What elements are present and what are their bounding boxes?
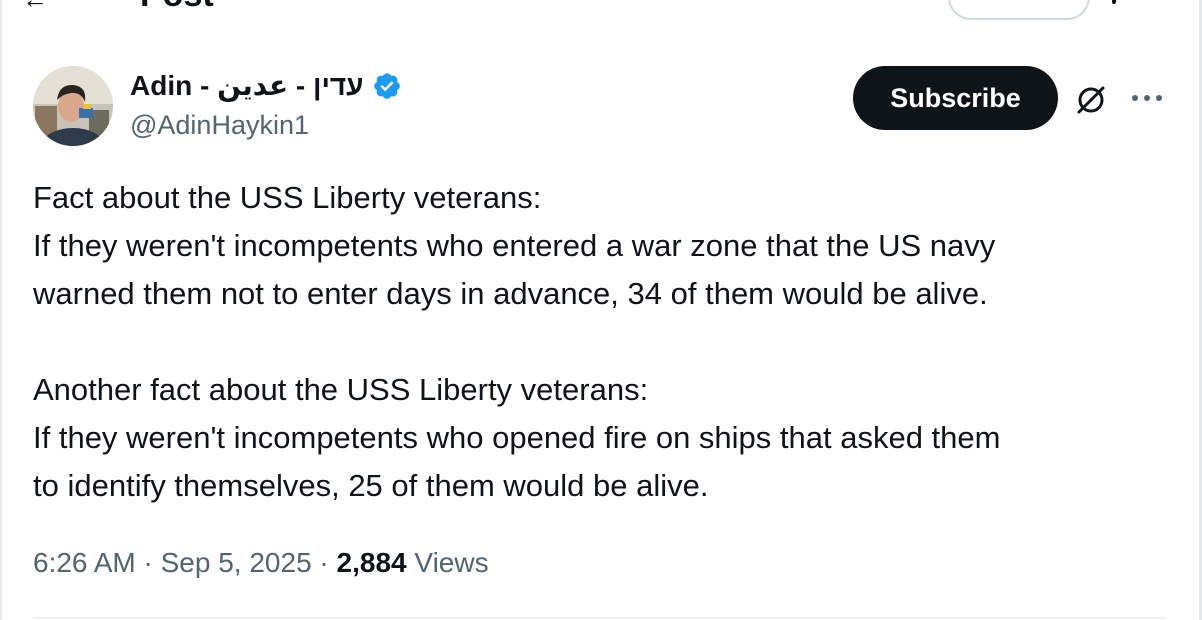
- author-display-name[interactable]: Adin - עדין - عدين: [130, 68, 364, 104]
- tweet-meta: 6:26 AM · Sep 5, 2025 · 2,884 Views: [33, 543, 489, 583]
- tweet-line: Fact about the USS Liberty veterans:: [33, 180, 542, 215]
- header-menu-icon[interactable]: [1112, 0, 1116, 4]
- tweet-line: Another fact about the USS Liberty veter…: [33, 372, 649, 407]
- views-label: Views: [406, 547, 489, 578]
- divider: [33, 617, 1166, 619]
- tweet-text: Fact about the USS Liberty veterans: If …: [33, 174, 1173, 510]
- tweet-line: warned them not to enter days in advance…: [33, 276, 988, 311]
- tweet-time[interactable]: 6:26 AM: [33, 547, 136, 578]
- tweet-line: to identify themselves, 25 of them would…: [33, 468, 709, 503]
- post-header: ← Post: [0, 0, 1202, 22]
- arrow-left-icon[interactable]: ←: [22, 0, 48, 12]
- grok-icon[interactable]: [1073, 82, 1109, 118]
- author-name-row[interactable]: Adin - עדין - عدين: [130, 68, 402, 104]
- tweet-line: If they weren't incompetents who entered…: [33, 228, 996, 263]
- views-count: 2,884: [336, 547, 407, 578]
- tweet-date[interactable]: Sep 5, 2025: [161, 547, 312, 578]
- meta-separator: ·: [311, 547, 337, 578]
- avatar[interactable]: [33, 66, 113, 146]
- more-dots-icon[interactable]: [1130, 88, 1164, 108]
- left-border: [0, 0, 2, 620]
- page-title: Post: [140, 0, 214, 12]
- verified-badge-icon: [373, 73, 400, 99]
- header-reply-button[interactable]: [948, 0, 1090, 20]
- author-handle[interactable]: @AdinHaykin1: [130, 108, 309, 142]
- avatar-image: [33, 66, 113, 146]
- meta-separator: ·: [135, 547, 161, 578]
- subscribe-button[interactable]: Subscribe: [853, 66, 1058, 130]
- tweet-line: If they weren't incompetents who opened …: [33, 420, 1001, 455]
